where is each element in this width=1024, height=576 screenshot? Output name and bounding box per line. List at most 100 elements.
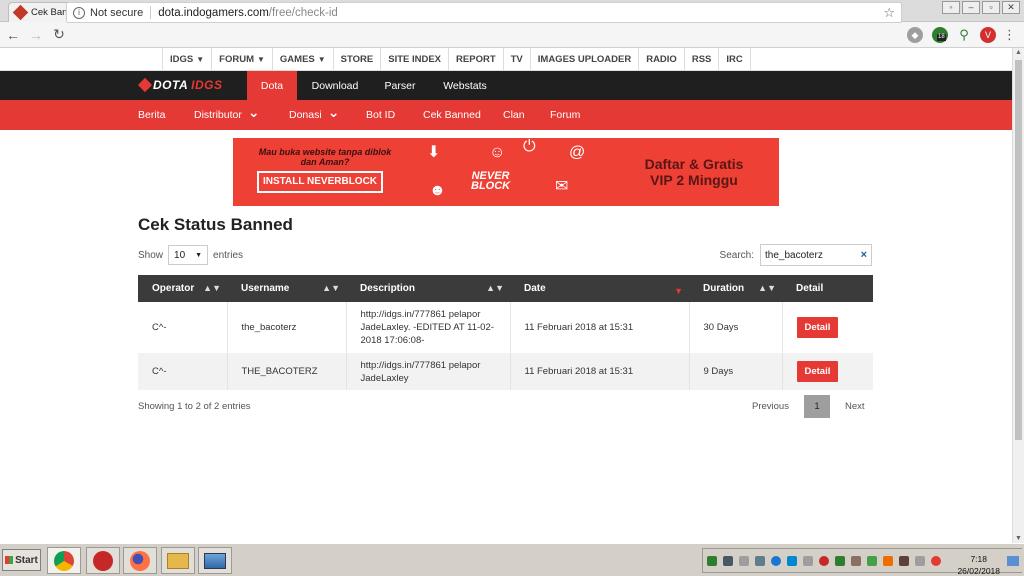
scroll-up-icon[interactable]: ▲ [1015,49,1022,56]
column-header-username[interactable]: Username ▲▼ [227,275,346,302]
scroll-down-icon[interactable]: ▼ [1015,535,1022,542]
subnav-item-clan[interactable]: Clan [503,100,525,130]
cell-description: http://idgs.in/777861 pelapor JadeLaxley [346,353,511,390]
tray-antivirus-icon[interactable] [819,556,829,566]
topnav-item-site-index[interactable]: SITE INDEX [380,48,448,71]
column-header-detail: Detail [782,275,873,302]
neverblock-banner[interactable]: Mau buka website tanpa diblok dan Aman? … [233,138,779,206]
scrollbar-thumb[interactable] [1015,60,1022,440]
sort-icon: ▲▼ [322,283,340,293]
topnav-item-label: FORUM [219,54,254,65]
address-bar[interactable]: i Not secure dota.indogamers.com /free/c… [66,2,902,23]
tray-chat-icon[interactable] [707,556,717,566]
tray-globe-icon[interactable] [771,556,781,566]
topnav-item-rss[interactable]: RSS [683,48,719,71]
topnav-item-images-uploader[interactable]: IMAGES UPLOADER [529,48,638,71]
topnav-item-radio[interactable]: RADIO [638,48,684,71]
cell-duration: 30 Days [689,302,783,353]
tray-device-icon[interactable] [899,556,909,566]
tray-tool-icon[interactable] [883,556,893,566]
column-header-label: Detail [796,283,824,294]
topnav-item-store[interactable]: STORE [332,48,381,71]
extension-v-icon[interactable]: V [980,27,996,43]
browser-menu-icon[interactable]: ⋮ [1003,27,1016,43]
info-icon[interactable]: i [73,6,85,19]
next-page-button[interactable]: Next [838,395,872,418]
reload-icon[interactable]: ↻ [49,26,69,43]
main-nav-dota[interactable]: Dota [247,71,297,100]
taskbar-explorer-app[interactable] [161,547,195,574]
subnav-item-label: Donasi [289,109,322,121]
taskbar-chrome-app[interactable] [47,547,81,574]
subnav-item-cek-banned[interactable]: Cek Banned [423,100,481,130]
detail-button[interactable]: Detail [796,361,839,382]
topnav-item-label: RADIO [646,54,677,65]
subnav-item-distributor[interactable]: Distributor ⌄ [194,100,260,130]
start-button[interactable]: Start [2,549,41,571]
previous-page-button[interactable]: Previous [745,395,796,418]
column-header-date[interactable]: Date ▼ [510,275,689,302]
topnav-item-forum[interactable]: FORUM ▼ [211,48,272,71]
tray-app-icon[interactable] [755,556,765,566]
tray-disk-icon[interactable] [851,556,861,566]
forward-arrow-icon[interactable]: → [26,27,46,43]
tray-cloud-icon[interactable] [787,556,797,566]
extension-key-icon[interactable]: ⚲ [956,27,972,43]
back-arrow-icon[interactable]: ← [3,27,23,43]
topnav-item-label: IRC [726,54,743,65]
topnav-item-irc[interactable]: IRC [718,48,751,71]
close-window-button[interactable]: ✕ [1002,1,1020,14]
tray-notification-icon[interactable] [1007,556,1019,566]
tray-flag-icon[interactable] [739,556,749,566]
detail-button[interactable]: Detail [796,317,839,338]
url-path: /free/check-id [268,6,338,19]
topnav-item-label: SITE INDEX [388,54,442,65]
cell-date: 11 Februari 2018 at 15:31 [510,353,690,390]
banner-install-button[interactable]: INSTALL NEVERBLOCK [257,171,383,193]
cell-duration: 9 Days [689,353,783,390]
entries-label: entries [213,249,244,261]
sort-icon: ▲▼ [758,283,776,293]
column-header-description[interactable]: Description ▲▼ [346,275,510,302]
main-nav-parser[interactable]: Parser [373,71,427,100]
main-nav-download[interactable]: Download [297,71,373,100]
taskbar-opera-app[interactable] [86,547,120,574]
search-input[interactable]: the_bacoterz × [760,244,872,266]
vertical-scrollbar[interactable]: ▲ ▼ [1012,48,1024,543]
page-1-button[interactable]: 1 [803,395,830,418]
cell-description: http://idgs.in/777861 pelapor JadeLaxley… [346,302,511,353]
subnav-item-bot-id[interactable]: Bot ID [366,100,395,130]
tray-shield-icon[interactable] [835,556,845,566]
column-header-operator[interactable]: Operator ▲▼ [138,275,227,302]
tray-volume-icon[interactable] [931,556,941,566]
clear-search-icon[interactable]: × [861,249,867,261]
tray-monitor-icon[interactable] [723,556,733,566]
topnav-item-tv[interactable]: TV [502,48,530,71]
column-header-label: Duration [703,283,745,294]
extension-cube-icon[interactable]: ◆ [907,27,923,43]
tray-usb-icon[interactable] [803,556,813,566]
taskbar-image-app[interactable] [198,547,232,574]
show-label: Show [138,249,164,261]
maximize-button[interactable]: ▫ [982,1,1000,14]
subnav-item-berita[interactable]: Berita [138,100,165,130]
minimize-button[interactable]: – [962,1,980,14]
column-header-duration[interactable]: Duration ▲▼ [689,275,782,302]
site-logo[interactable]: DOTA IDGS [137,77,222,93]
subnav-item-donasi[interactable]: Donasi ⌄ [289,100,339,130]
bookmark-star-icon[interactable]: ☆ [883,5,895,21]
user-icon[interactable]: ◦ [942,1,960,14]
chevron-down-icon: ▼ [317,55,326,64]
topnav-item-games[interactable]: GAMES ▼ [271,48,333,71]
topnav-item-report[interactable]: REPORT [448,48,503,71]
entries-select[interactable]: 10 ▼ [168,245,209,265]
extension-grammar-icon[interactable]: 18 [932,27,948,43]
tray-signal-icon[interactable] [915,556,925,566]
taskbar-firefox-app[interactable] [123,547,157,574]
extension-badge: 18 [937,34,946,41]
tray-update-icon[interactable] [867,556,877,566]
topnav-item-idgs[interactable]: IDGS ▼ [162,48,211,71]
subnav-item-forum[interactable]: Forum [550,100,580,130]
tray-clock[interactable]: 7:18 26/02/2018 [957,553,1000,576]
main-nav-webstats[interactable]: Webstats [427,71,503,100]
